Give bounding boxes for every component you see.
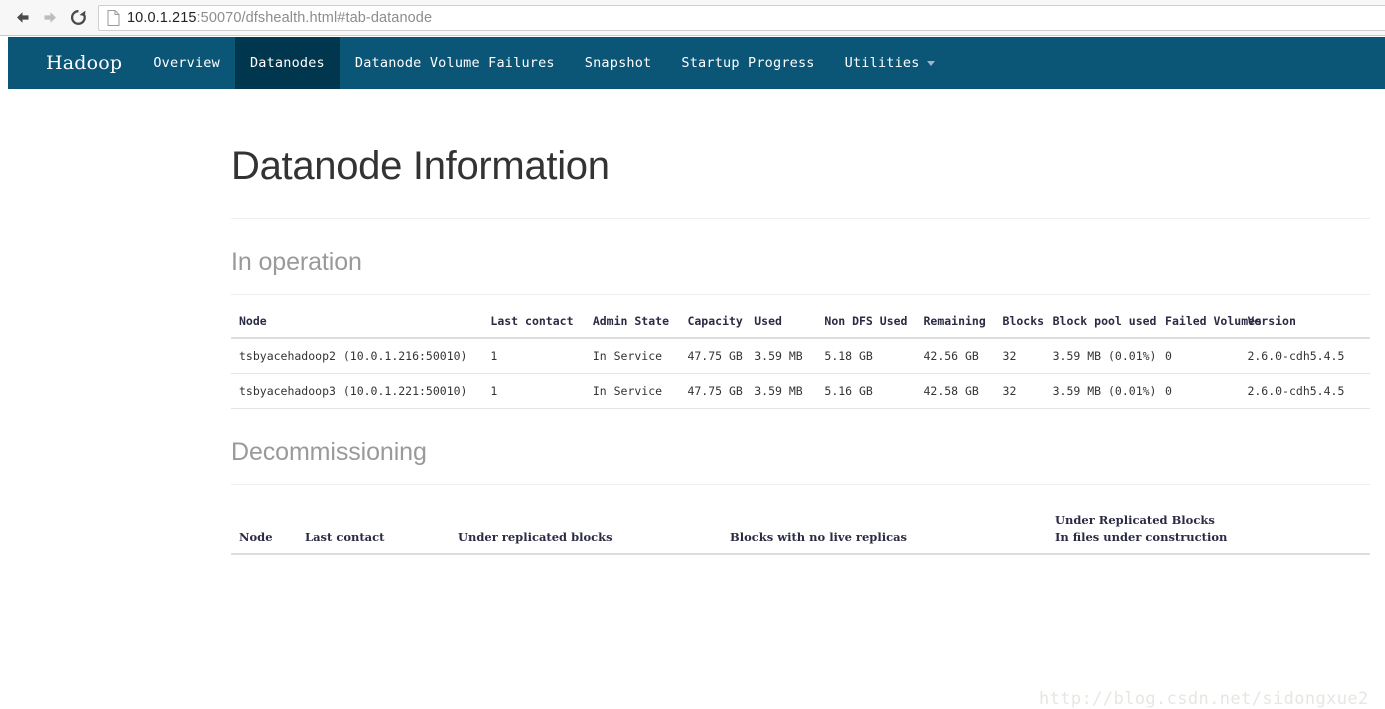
browser-toolbar: 10.0.1.215:50070/dfshealth.html#tab-data… <box>0 0 1385 36</box>
back-button[interactable] <box>8 4 36 32</box>
url-path: :50070/dfshealth.html#tab-datanode <box>196 9 433 26</box>
brand-hadoop[interactable]: Hadoop <box>8 37 138 89</box>
cell-admin-state: In Service <box>592 373 688 409</box>
col-header-dec-urb-line2: In files under construction <box>1055 529 1228 544</box>
section-title-decommissioning: Decommissioning <box>231 438 427 466</box>
watermark: http://blog.csdn.net/sidongxue2 <box>1039 689 1369 709</box>
col-header-failed-volumes[interactable]: Failed Volumes <box>1165 306 1262 339</box>
cell-blocks: 32 <box>1002 338 1053 374</box>
col-header-dec-node[interactable]: Node <box>231 506 305 556</box>
nav-item-snapshot[interactable]: Snapshot <box>570 37 667 89</box>
cell-last-contact: 1 <box>490 373 593 409</box>
decommissioning-divider <box>231 484 1370 485</box>
nav-item-datanodes[interactable]: Datanodes <box>234 37 340 89</box>
nav-label-overview: Overview <box>153 55 220 71</box>
cell-blocks: 32 <box>1002 373 1053 409</box>
url-host: 10.0.1.215 <box>127 9 197 26</box>
cell-remaining: 42.56 GB <box>923 338 1003 374</box>
in-operation-table: Node Last contact Admin State Capacity U… <box>231 306 1370 409</box>
col-header-node[interactable]: Node <box>231 306 491 339</box>
chevron-down-icon <box>926 60 935 66</box>
col-header-capacity[interactable]: Capacity <box>687 306 755 339</box>
col-header-dec-blocks-no-live-replicas[interactable]: Blocks with no live replicas <box>730 506 1055 556</box>
cell-used: 3.59 MB <box>754 338 825 374</box>
cell-node: tsbyacehadoop3 (10.0.1.221:50010) <box>231 373 491 409</box>
main-content: Datanode Information In operation Node L… <box>0 89 1385 709</box>
col-header-admin-state[interactable]: Admin State <box>592 306 688 339</box>
table-header-row: Node Last contact Admin State Capacity U… <box>231 306 1370 339</box>
cell-node: tsbyacehadoop2 (10.0.1.216:50010) <box>231 338 491 374</box>
address-bar[interactable]: 10.0.1.215:50070/dfshealth.html#tab-data… <box>98 4 1385 31</box>
col-header-used[interactable]: Used <box>754 306 825 339</box>
col-header-dec-urb-line1: Under Replicated Blocks <box>1055 513 1215 527</box>
nav-label-startup-progress: Startup Progress <box>681 55 815 71</box>
col-header-remaining[interactable]: Remaining <box>923 306 1003 339</box>
hadoop-navbar: Hadoop Overview Datanodes Datanode Volum… <box>8 37 1385 89</box>
nav-menu: Overview Datanodes Datanode Volume Failu… <box>138 37 949 89</box>
address-bar-text: 10.0.1.215:50070/dfshealth.html#tab-data… <box>127 10 432 26</box>
col-header-dec-under-replicated-in-files[interactable]: Under Replicated Blocks In files under c… <box>1055 506 1370 556</box>
section-title-in-operation: In operation <box>231 248 362 276</box>
nav-item-overview[interactable]: Overview <box>138 37 235 89</box>
cell-last-contact: 1 <box>490 338 593 374</box>
col-header-dec-under-replicated-blocks[interactable]: Under replicated blocks <box>458 506 730 556</box>
col-header-non-dfs-used[interactable]: Non DFS Used <box>824 306 924 339</box>
table-header-row: Node Last contact Under replicated block… <box>231 506 1370 556</box>
navbar-container: Hadoop Overview Datanodes Datanode Volum… <box>0 36 1385 89</box>
cell-version: 2.6.0-cdh5.4.5 <box>1247 373 1370 409</box>
reload-icon <box>69 8 88 27</box>
in-operation-divider <box>231 294 1370 295</box>
col-header-blocks[interactable]: Blocks <box>1002 306 1053 339</box>
nav-label-utilities: Utilities <box>844 55 920 71</box>
nav-item-startup-progress[interactable]: Startup Progress <box>666 37 829 89</box>
nav-label-datanodes: Datanodes <box>249 55 325 71</box>
nav-item-datanode-volume-failures[interactable]: Datanode Volume Failures <box>340 37 570 89</box>
cell-version: 2.6.0-cdh5.4.5 <box>1247 338 1370 374</box>
col-header-last-contact[interactable]: Last contact <box>490 306 593 339</box>
cell-used: 3.59 MB <box>754 373 825 409</box>
cell-failed-volumes: 0 <box>1165 338 1248 374</box>
nav-item-utilities[interactable]: Utilities <box>830 37 950 89</box>
col-header-dec-last-contact[interactable]: Last contact <box>305 506 458 556</box>
table-row[interactable]: tsbyacehadoop2 (10.0.1.216:50010) 1 In S… <box>231 338 1370 374</box>
nav-label-datanode-volume-failures: Datanode Volume Failures <box>354 55 555 71</box>
col-header-version[interactable]: Version <box>1247 306 1370 339</box>
cell-non-dfs-used: 5.16 GB <box>824 373 924 409</box>
col-header-block-pool-used[interactable]: Block pool used <box>1052 306 1166 339</box>
back-arrow-icon <box>13 8 32 27</box>
forward-button[interactable] <box>36 4 64 32</box>
nav-label-snapshot: Snapshot <box>584 55 652 71</box>
cell-admin-state: In Service <box>592 338 688 374</box>
page-title: Datanode Information <box>231 144 610 188</box>
decommissioning-table: Node Last contact Under replicated block… <box>231 506 1370 556</box>
cell-remaining: 42.58 GB <box>923 373 1003 409</box>
cell-capacity: 47.75 GB <box>687 338 755 374</box>
cell-non-dfs-used: 5.18 GB <box>824 338 924 374</box>
cell-block-pool-used: 3.59 MB (0.01%) <box>1052 338 1166 374</box>
cell-block-pool-used: 3.59 MB (0.01%) <box>1052 373 1166 409</box>
page-document-icon <box>107 9 120 26</box>
reload-button[interactable] <box>64 4 92 32</box>
table-row[interactable]: tsbyacehadoop3 (10.0.1.221:50010) 1 In S… <box>231 373 1370 409</box>
cell-failed-volumes: 0 <box>1165 373 1248 409</box>
forward-arrow-icon <box>41 8 60 27</box>
cell-capacity: 47.75 GB <box>687 373 755 409</box>
